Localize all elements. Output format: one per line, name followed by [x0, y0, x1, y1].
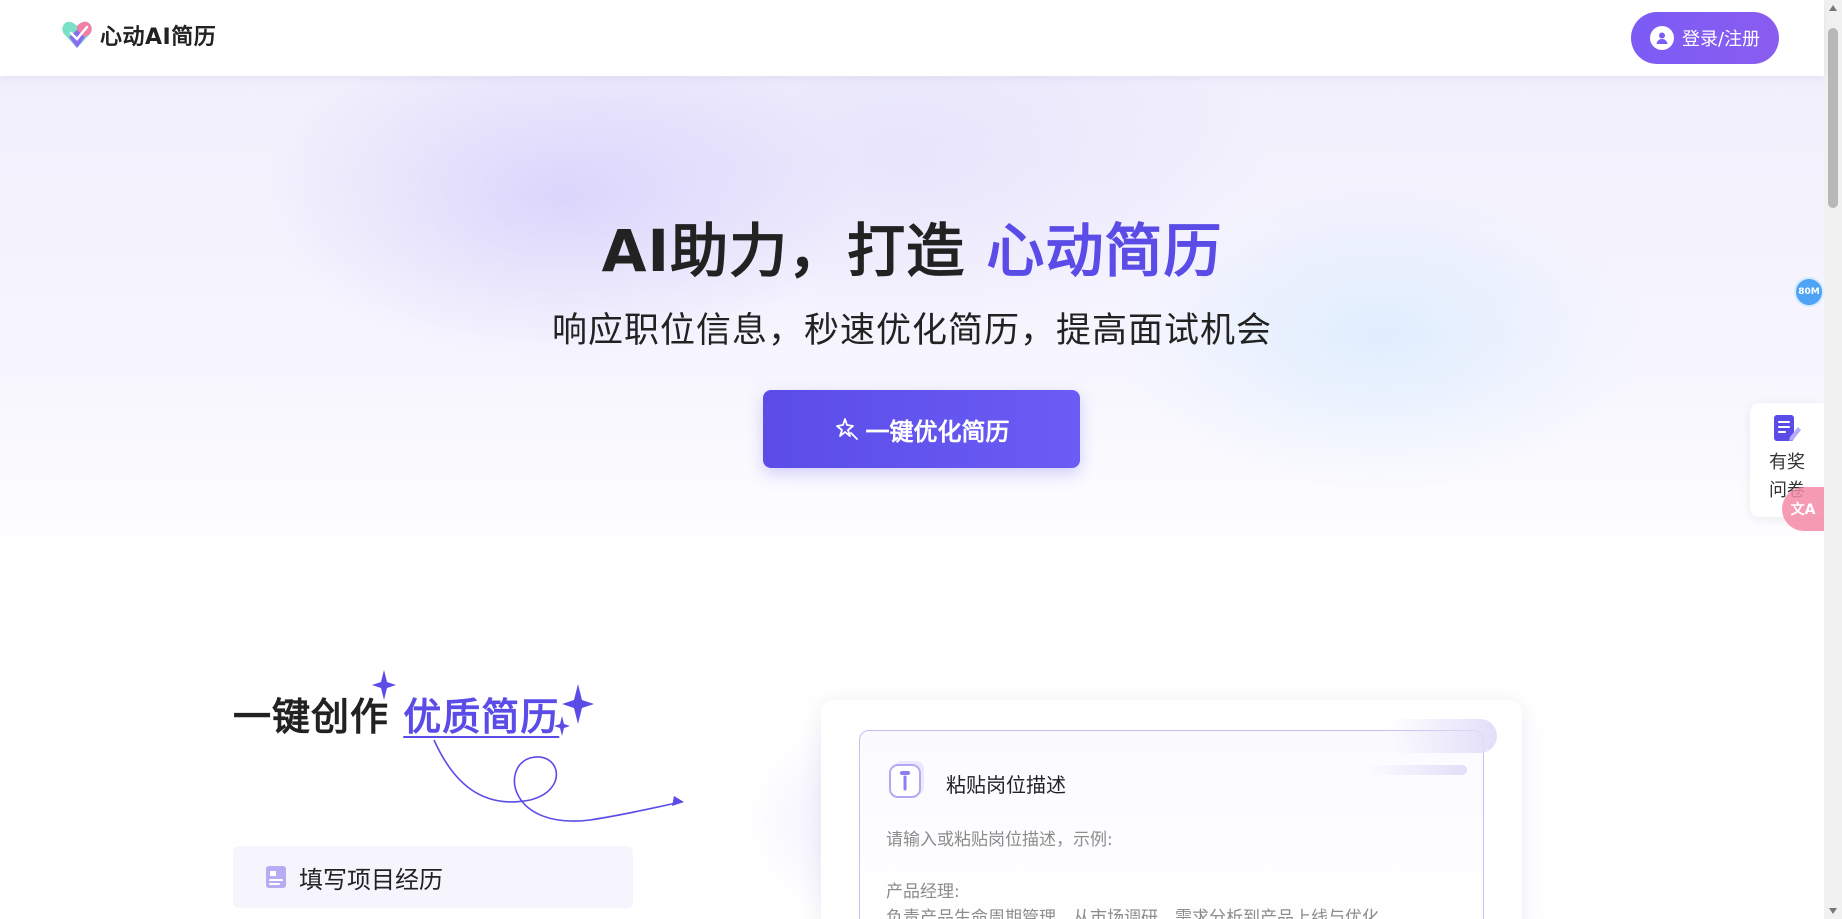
- section-title: 一键创作 优质简历: [233, 686, 559, 741]
- scrollbar-thumb[interactable]: [1828, 28, 1838, 208]
- card-decoration-line: [1367, 765, 1467, 775]
- user-avatar-icon: [1649, 26, 1674, 50]
- job-description-placeholder: 请输入或粘贴岗位描述，示例:: [886, 830, 1113, 850]
- section-title-prefix: 一键创作: [233, 695, 404, 739]
- hero-title-prefix: AI助力，打造: [601, 217, 987, 285]
- example-role: 产品经理:: [886, 882, 960, 902]
- hero-title: AI助力，打造 心动简历: [0, 204, 1824, 288]
- login-register-button[interactable]: 登录/注册: [1631, 12, 1779, 64]
- network-speed-badge[interactable]: 80M: [1794, 277, 1824, 307]
- example-text: 负责产品生命周期管理，从市场调研、需求分析到产品上线与优化。: [886, 908, 1396, 919]
- page-scrollbar[interactable]: [1824, 0, 1842, 919]
- survey-document-icon: [1774, 415, 1801, 441]
- scroll-up-icon[interactable]: [1829, 5, 1837, 11]
- login-register-label: 登录/注册: [1681, 29, 1761, 50]
- hero-subtitle: 响应职位信息，秒速优化简历，提高面试机会: [551, 311, 1272, 351]
- hero-title-accent: 心动简历: [986, 217, 1223, 285]
- step-label: 填写项目经历: [299, 865, 443, 894]
- heart-logo-icon: [62, 21, 92, 48]
- hero-section: AI助力，打造 心动简历 响应职位信息，秒速优化简历，提高面试机会 一键优化简历: [0, 76, 1824, 576]
- magic-star-icon: [835, 418, 858, 440]
- top-header: 心动AI简历 登录/注册: [0, 0, 1824, 76]
- job-description-input-area[interactable]: 粘贴岗位描述 请输入或粘贴岗位描述，示例: 产品经理: 负责产品生命周期管理，从…: [859, 719, 1497, 919]
- section-title-accent: 优质简历: [403, 695, 560, 739]
- app-name: 心动AI简历: [100, 25, 217, 50]
- clipboard-icon: [889, 761, 924, 798]
- optimize-resume-button[interactable]: 一键优化简历: [763, 390, 1080, 468]
- job-description-title: 粘贴岗位描述: [946, 773, 1066, 797]
- scroll-down-icon[interactable]: [1829, 908, 1837, 914]
- card-decoration-pill: [1387, 719, 1497, 753]
- translate-button[interactable]: 文A: [1782, 487, 1824, 531]
- document-icon: [266, 866, 286, 888]
- step-fill-project-experience[interactable]: 填写项目经历: [233, 846, 633, 908]
- app-logo[interactable]: 心动AI简历: [60, 18, 216, 52]
- job-description-card: 粘贴岗位描述 请输入或粘贴岗位描述，示例: 产品经理: 负责产品生命周期管理，从…: [821, 700, 1522, 919]
- optimize-resume-label: 一键优化简历: [865, 417, 1010, 446]
